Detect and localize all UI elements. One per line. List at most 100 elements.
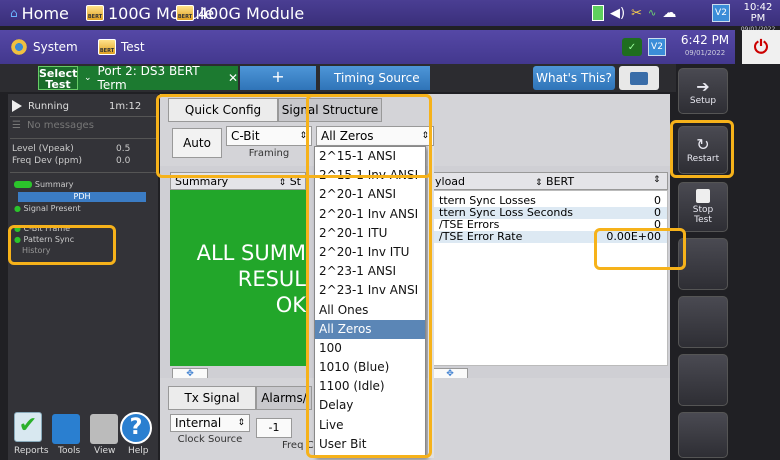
timing-source-tab[interactable]: Timing Source — [320, 66, 430, 90]
stop-test-button[interactable]: Stop Test — [678, 182, 728, 232]
select-test-button[interactable]: Select Test — [38, 66, 78, 90]
payload-header-left: yload — [435, 175, 466, 188]
top-clock: 10:42 PM 09/01/2022 — [738, 2, 778, 33]
home-icon: ⌂ — [10, 6, 18, 20]
highlight-tree-box — [8, 225, 116, 265]
summary-big-line2: RESUL — [237, 267, 306, 291]
close-icon[interactable]: ✕ — [228, 71, 238, 85]
tab-tx-signal[interactable]: Tx Signal — [168, 386, 256, 410]
home-button[interactable]: ⌂ Home — [4, 2, 75, 24]
side-button-empty-3[interactable] — [678, 354, 728, 406]
bert-test-icon: BERT — [98, 39, 116, 55]
level-value: 0.5 — [116, 144, 131, 154]
select-arrows-icon: ⇕ — [535, 178, 543, 188]
status-panel: Running 1m:12 ☰ No messages Level (Vpeak… — [8, 94, 158, 460]
row-label: /TSE Error Rate — [439, 230, 523, 243]
clock-source-select[interactable]: Internal ⇕ — [170, 414, 250, 432]
volume-icon[interactable]: ◀) — [610, 6, 625, 21]
messages-label: No messages — [26, 120, 94, 131]
highlight-restart-box — [670, 120, 734, 178]
app-date: 09/01/2022 — [684, 49, 726, 57]
camera-icon — [630, 71, 648, 85]
power-button[interactable]: ⏻ — [742, 30, 780, 64]
cloud-icon: ☁ — [662, 5, 677, 21]
select-arrows-icon: ⇕ — [278, 177, 287, 188]
module-400g-button[interactable]: BERT 400G Module — [170, 2, 310, 24]
top-time: 10:42 PM — [743, 2, 773, 24]
bert-module-icon: BERT — [86, 5, 104, 21]
signal-status-icon: ✓ — [622, 38, 642, 56]
chevron-down-icon: ⌄ — [84, 73, 92, 83]
view-icon[interactable] — [90, 414, 118, 444]
power-icon: ⏻ — [753, 36, 769, 58]
summary-big-line3: OK — [275, 293, 306, 317]
tools-icon[interactable] — [52, 414, 80, 444]
freq-value: 0.0 — [116, 156, 131, 166]
setup-label: Setup — [689, 96, 717, 106]
tools-icon: ✂ — [631, 5, 642, 21]
message-icon: ☰ — [12, 120, 21, 131]
play-icon — [12, 100, 22, 112]
system-tray: ◀) ✂ ∿ ☁ — [592, 3, 676, 23]
freq-offset-field[interactable]: -1 — [256, 418, 292, 438]
stop-label-2: Test — [694, 215, 712, 225]
stop-icon — [696, 189, 710, 203]
help-label: Help — [128, 446, 149, 456]
freq-label: Freq Dev (ppm) — [12, 156, 83, 166]
payload-results-table: ttern Sync Losses 0 ttern Sync Loss Seco… — [430, 190, 668, 366]
payload-header-right: ⇕ BERT — [535, 175, 574, 188]
version-badge: V2 — [712, 4, 730, 22]
gear-icon — [10, 38, 28, 56]
signal-present-tree-item[interactable]: ● Signal Present — [14, 204, 81, 213]
side-button-empty-4[interactable] — [678, 412, 728, 458]
version-badge-2: V2 — [648, 38, 666, 56]
summary-big-line1: ALL SUMM — [196, 241, 306, 265]
app-clock: 6:42 PM 09/01/2022 — [676, 34, 734, 60]
setup-button[interactable]: ➔ Setup — [678, 68, 728, 114]
test-label: Test — [121, 40, 145, 54]
reports-label: Reports — [14, 446, 49, 456]
module-400g-label: 400G Module — [198, 3, 305, 23]
messages-row: ☰ No messages — [12, 120, 94, 131]
help-icon[interactable]: ? — [120, 412, 152, 444]
divider — [10, 172, 156, 173]
system-label: System — [33, 40, 78, 54]
port-tab-label: Port 2: DS3 BERT Term — [97, 64, 200, 92]
test-button[interactable]: BERT Test — [98, 36, 145, 58]
payload-panel-header[interactable]: yload ⇕ BERT ⇕ — [430, 172, 668, 190]
tab-alarms[interactable]: Alarms/ — [256, 386, 312, 410]
port-test-tab[interactable]: ⌄ Port 2: DS3 BERT Term ✕ — [78, 64, 238, 92]
tools-label: Tools — [58, 446, 81, 456]
clock-source-value: Internal — [175, 416, 222, 430]
divider — [10, 138, 156, 139]
pdh-tree-item[interactable]: PDH — [18, 192, 146, 202]
whats-this-button[interactable]: What's This? — [533, 66, 615, 90]
select-arrows-icon: ⇕ — [653, 175, 661, 185]
divider — [10, 116, 156, 117]
home-label: Home — [21, 3, 69, 23]
highlight-error-rate-box — [594, 228, 686, 270]
elapsed-time: 1m:12 — [108, 100, 142, 112]
select-arrows-icon: ⇕ — [237, 418, 245, 428]
run-status: Running 1m:12 — [12, 100, 141, 112]
green-dot-icon: ● — [14, 204, 21, 213]
summary-ok-panel: ALL SUMM RESUL OK — [170, 190, 306, 366]
payload-bert-label: BERT — [546, 175, 575, 188]
bert-module-icon: BERT — [176, 5, 194, 21]
gps-icon: ∿ — [647, 7, 657, 19]
signal-present-label: Signal Present — [23, 204, 81, 213]
battery-icon — [592, 5, 604, 21]
app-time: 6:42 PM — [680, 33, 730, 47]
level-label: Level (Vpeak) — [12, 144, 74, 154]
side-button-empty-2[interactable] — [678, 296, 728, 348]
system-button[interactable]: System — [10, 36, 78, 58]
summary-tree-label: Summary — [34, 180, 74, 189]
select-test-line2: Test — [45, 78, 71, 91]
highlight-dropdown-box — [306, 94, 432, 458]
run-status-label: Running — [28, 100, 69, 112]
screenshot-button[interactable] — [619, 66, 659, 90]
clock-source-label: Clock Source — [177, 434, 243, 445]
reports-icon[interactable]: ✔ — [14, 412, 42, 442]
summary-tree-item[interactable]: Summary — [14, 180, 150, 189]
add-test-tab[interactable]: + — [240, 66, 316, 90]
